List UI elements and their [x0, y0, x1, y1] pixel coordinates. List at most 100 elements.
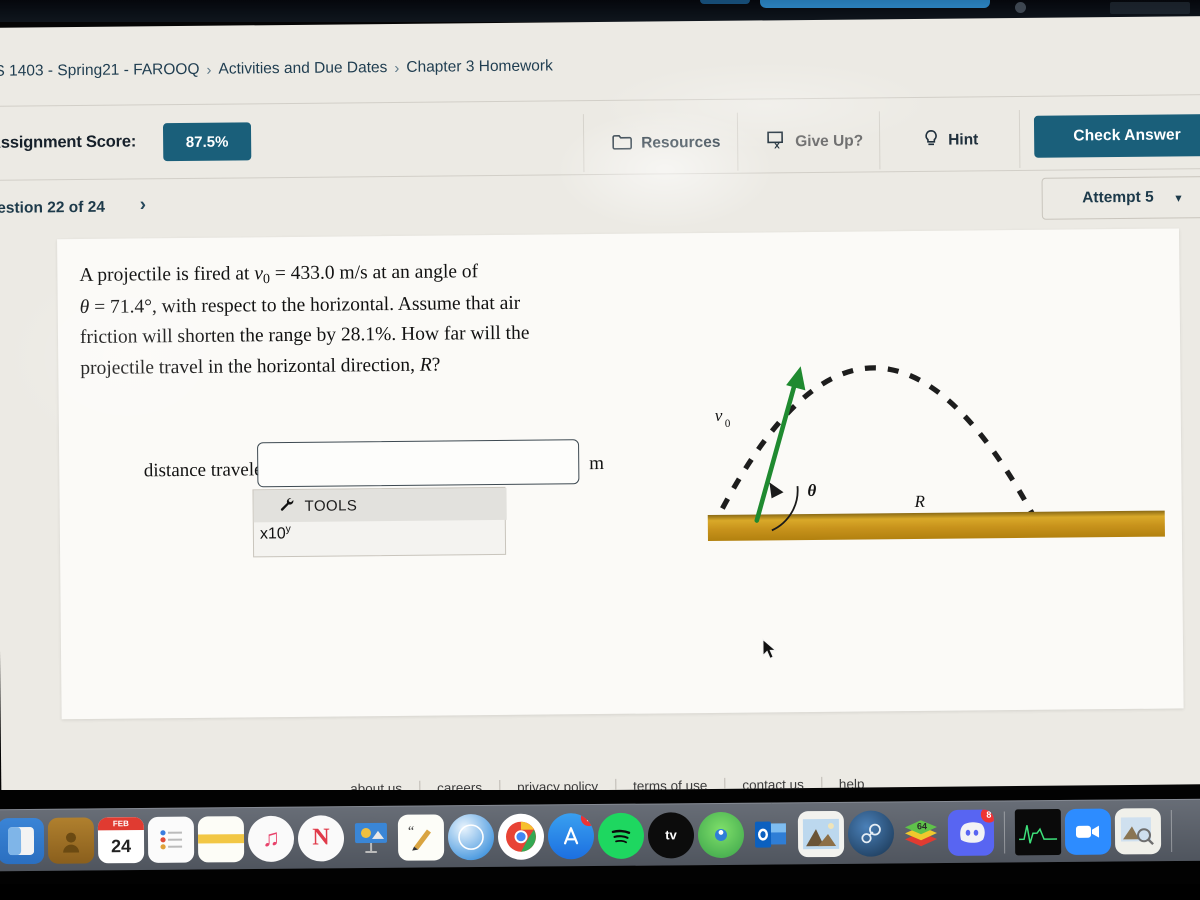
v0-label-sub: 0	[725, 418, 731, 430]
give-up-button[interactable]: x Give Up?	[750, 115, 880, 168]
dock-icon-photos[interactable]	[797, 810, 845, 857]
check-answer-button[interactable]: Check Answer	[1033, 114, 1200, 158]
news-letter-icon: N	[312, 824, 330, 851]
dock-icon-safari[interactable]	[447, 813, 495, 860]
dock-icon-zoom[interactable]	[1064, 808, 1112, 855]
dock-icon-pages[interactable]: “	[397, 813, 445, 861]
browser-tab-inactive[interactable]	[700, 0, 750, 4]
breadcrumb-item-course[interactable]: S 1403 - Spring21 - FAROOQ	[0, 61, 200, 81]
toolbar-divider-2	[736, 112, 739, 171]
give-up-label: Give Up?	[795, 132, 864, 151]
next-question-icon[interactable]: ›	[140, 194, 147, 216]
ground-bar	[707, 510, 1168, 541]
dock-separator	[1003, 810, 1006, 853]
chevron-down-icon: ▾	[1175, 191, 1182, 204]
velocity-vector-shaft	[754, 375, 799, 523]
svg-text:“: “	[408, 824, 414, 839]
wrench-icon	[280, 496, 297, 515]
dock-icon-music[interactable]: ♫	[247, 815, 295, 862]
toolbar-divider-4	[1018, 109, 1021, 168]
mouse-cursor	[762, 638, 778, 660]
music-note-icon: ♫	[261, 824, 281, 852]
hint-label: Hint	[948, 131, 979, 149]
lightbulb-icon	[923, 128, 939, 153]
discord-badge: 8	[980, 809, 995, 823]
question-line2: = 71.4°, with respect to the horizontal.…	[89, 292, 521, 318]
browser-menu-strip[interactable]	[1110, 2, 1190, 14]
tools-dropdown-panel[interactable]: TOOLS x10y	[252, 486, 507, 558]
attempt-selector[interactable]: Attempt 5 ▾	[1041, 176, 1200, 220]
dock-icon-steam[interactable]	[847, 809, 895, 857]
assignment-score-label: Assignment Score:	[0, 132, 137, 152]
webpage-content: S 1403 - Spring21 - FAROOQ › Activities …	[0, 16, 1200, 796]
dock-icon-outlook[interactable]	[748, 811, 794, 857]
divider-top	[0, 94, 1200, 107]
bluestacks-label: 64	[917, 821, 927, 831]
tools-item-prefix: x10	[259, 525, 286, 543]
dock-icon-find-my[interactable]	[697, 811, 745, 858]
dock-icon-news[interactable]: N	[297, 814, 345, 862]
velocity-vector-head	[786, 366, 806, 391]
range-symbol: R	[419, 354, 432, 376]
projectile-diagram: v 0 θ R	[617, 235, 1168, 560]
calendar-month-label: FEB	[97, 816, 144, 830]
v0-label: v	[715, 406, 723, 425]
breadcrumb-separator-1: ›	[206, 61, 212, 79]
breadcrumb-item-current: Chapter 3 Homework	[406, 57, 553, 76]
dock-icon-apple-tv[interactable]: tv	[647, 811, 695, 859]
dock-icon-activity-monitor[interactable]	[1014, 808, 1062, 855]
theta-symbol: θ	[79, 296, 90, 318]
question-text: A projectile is fired at v0 = 433.0 m/s …	[79, 256, 600, 384]
range-label: R	[914, 492, 926, 511]
assignment-toolbar: Assignment Score: 87.5% Resources x Give…	[0, 108, 1200, 178]
dock-icon-chrome[interactable]	[497, 812, 545, 860]
dock-icon-finder[interactable]	[0, 817, 45, 864]
distance-traveled-label: distance traveled:	[143, 459, 278, 482]
toolbar-divider-1	[582, 114, 585, 173]
app-store-badge: 1	[580, 812, 595, 826]
apple-tv-label: tv	[665, 827, 677, 843]
dock-icon-keynote[interactable]	[348, 814, 394, 860]
question-line1b: = 433.0 m/s at an angle of	[269, 261, 479, 285]
hint-button[interactable]: Hint	[907, 114, 995, 167]
photo-of-screen: S 1403 - Spring21 - FAROOQ › Activities …	[0, 0, 1200, 900]
dock-icon-bluestacks[interactable]: 64	[898, 809, 944, 855]
tools-panel-header[interactable]: TOOLS	[253, 487, 507, 523]
question-line1a: A projectile is fired at	[79, 263, 255, 287]
calendar-day-label: 24	[110, 835, 132, 856]
dock-icon-reminders[interactable]	[147, 816, 195, 863]
macos-dock: FEB 24 ♫ N “ 1 tv 64 8	[0, 798, 1200, 872]
answer-unit-label: m	[589, 452, 605, 475]
dock-icon-spotify[interactable]	[597, 812, 645, 859]
tools-item-scientific-notation[interactable]: x10y	[260, 524, 291, 544]
breadcrumb: S 1403 - Spring21 - FAROOQ › Activities …	[0, 38, 1200, 94]
resources-label: Resources	[641, 133, 721, 152]
browser-tab-active[interactable]	[760, 0, 990, 8]
dock-icon-app-store[interactable]: 1	[547, 812, 595, 859]
question-line4b: ?	[431, 354, 441, 376]
toolbar-divider-3	[878, 111, 881, 170]
v0-symbol: v	[254, 263, 264, 285]
browser-profile-icon[interactable]	[1015, 2, 1026, 13]
svg-text:x: x	[774, 140, 780, 149]
question-counter: uestion 22 of 24	[0, 198, 105, 217]
dock-icon-preview[interactable]	[1114, 807, 1162, 855]
dock-icon-discord[interactable]: 8	[947, 809, 995, 856]
theta-label: θ	[807, 481, 816, 500]
folder-icon	[612, 133, 633, 155]
resources-button[interactable]: Resources	[596, 117, 737, 170]
dock-icon-contacts[interactable]	[47, 816, 95, 864]
tools-header-label: TOOLS	[304, 496, 358, 515]
dock-icon-notes[interactable]	[197, 815, 245, 863]
tools-item-exponent: y	[285, 523, 291, 536]
breadcrumb-separator-2: ›	[394, 59, 400, 77]
box-x-icon: x	[766, 130, 786, 154]
distance-traveled-input[interactable]	[257, 439, 580, 488]
question-line4a: projectile travel in the horizontal dire…	[80, 354, 420, 379]
attempt-label: Attempt 5	[1082, 188, 1154, 207]
question-line3: friction will shorten the range by 28.1%…	[79, 322, 530, 349]
question-card: A projectile is fired at v0 = 433.0 m/s …	[57, 228, 1184, 720]
dock-icon-calendar[interactable]: FEB 24	[97, 816, 145, 863]
breadcrumb-item-activities[interactable]: Activities and Due Dates	[218, 59, 387, 79]
dock-separator-right	[1170, 809, 1173, 852]
